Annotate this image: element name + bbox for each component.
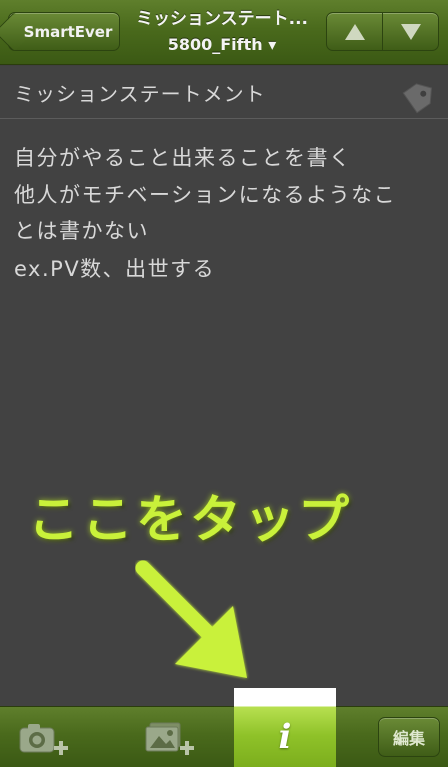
- note-body-line: 他人がモチベーションになるようなこ: [14, 183, 397, 207]
- triangle-up-icon: [344, 23, 365, 40]
- camera-add-icon: [19, 723, 68, 755]
- tap-here-annotation: ここをタップ: [28, 491, 353, 550]
- note-body-line: とは書かない: [14, 219, 149, 243]
- note-body-line: 自分がやること出来ることを書く: [14, 146, 352, 170]
- back-button[interactable]: SmartEver: [8, 12, 120, 51]
- notebook-selector[interactable]: 5800_Fifth ▾: [128, 34, 316, 56]
- note-body-line: ex.PV数、出世する: [14, 257, 216, 281]
- info-button[interactable]: i: [234, 707, 336, 767]
- arrow-down-right-icon: [135, 560, 247, 678]
- back-button-label: SmartEver: [23, 22, 113, 41]
- navigation-bar: SmartEver ミッションステート... 5800_Fifth ▾: [0, 0, 448, 65]
- triangle-down-icon: [400, 23, 421, 40]
- note-title: ミッションステートメント: [14, 82, 266, 106]
- edit-button-label: 編集: [392, 729, 425, 748]
- previous-note-button[interactable]: [326, 12, 383, 51]
- tag-icon[interactable]: [400, 74, 440, 118]
- camera-button[interactable]: [10, 707, 76, 767]
- photo-add-icon: [145, 722, 194, 755]
- note-title-header: ミッションステート...: [135, 9, 309, 29]
- title-divider: [0, 118, 448, 119]
- edit-button[interactable]: 編集: [378, 717, 440, 757]
- photo-button[interactable]: [136, 707, 202, 767]
- next-note-button[interactable]: [382, 12, 439, 51]
